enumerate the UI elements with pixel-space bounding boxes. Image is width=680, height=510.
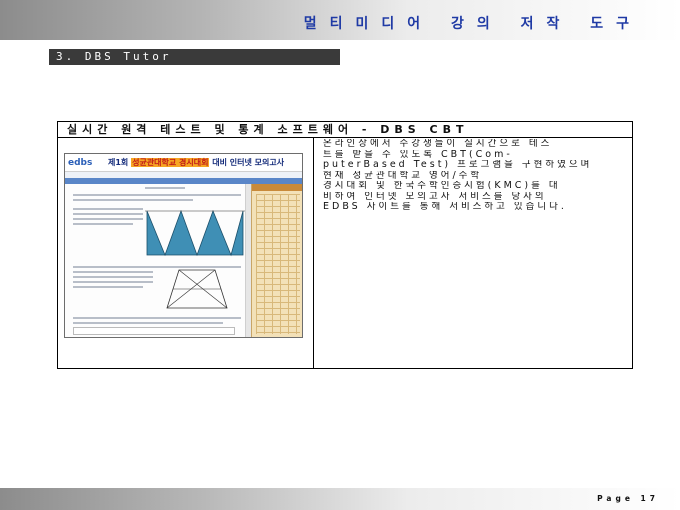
problem-line <box>73 208 143 210</box>
content-table: 실시간 원격 테스트 및 통계 소프트웨어 - DBS CBT edbs 제1회… <box>57 121 633 369</box>
description-line: 현재 성균관대학교 영어/수학 <box>323 170 483 181</box>
problem-line <box>73 213 143 215</box>
edbs-logo: edbs <box>68 158 93 168</box>
trapezoid-figure <box>166 269 228 309</box>
description: 온라인상에서 수강생들이 실시간으로 테스 트를 받을 수 있도록 CBT(Co… <box>323 139 629 213</box>
problem-line <box>73 276 153 278</box>
answer-grid <box>256 194 300 334</box>
description-line: puterBased Test) 프로그램을 구현하였으며 <box>323 160 593 170</box>
zigzag-figure <box>145 209 245 257</box>
problem-line <box>73 218 143 220</box>
exam-title-prefix: 제1회 <box>108 158 129 167</box>
screenshot-header: edbs 제1회 성균관대학교 경시대회 대비 인터넷 모의고사 <box>65 154 302 172</box>
answer-box <box>73 327 235 335</box>
exam-title: 제1회 성균관대학교 경시대회 대비 인터넷 모의고사 <box>108 157 284 168</box>
cbt-screenshot: edbs 제1회 성균관대학교 경시대회 대비 인터넷 모의고사 <box>64 153 303 338</box>
description-line: EDBS 사이트를 통해 서비스하고 있습니다. <box>323 202 567 212</box>
answer-sheet-panel <box>251 184 302 337</box>
exam-title-suffix: 대비 인터넷 모의고사 <box>212 158 285 167</box>
column-divider <box>313 138 314 368</box>
description-line: 온라인상에서 수강생들이 실시간으로 테스 <box>323 139 553 149</box>
exam-title-highlight: 성균관대학교 경시대회 <box>131 158 210 167</box>
description-line: 경시대회 및 한국수학인증시험(KMC)를 대 <box>323 181 561 191</box>
problem-line <box>73 286 143 288</box>
problem-line <box>73 199 193 201</box>
description-line: 트를 받을 수 있도록 CBT(Com- <box>323 149 513 160</box>
problem-line <box>73 317 241 319</box>
problem-heading-line <box>145 187 185 189</box>
table-heading: 실시간 원격 테스트 및 통계 소프트웨어 - DBS CBT <box>58 122 632 138</box>
description-line: 비하여 인터넷 모의고사 서비스를 당사의 <box>323 191 547 202</box>
footer-band <box>0 488 680 510</box>
problem-line <box>73 271 153 273</box>
page-number: Page 17 <box>597 494 659 503</box>
answer-sheet-header <box>252 184 302 191</box>
problem-line <box>73 322 223 324</box>
problem-line <box>73 223 133 225</box>
section-title: 3. DBS Tutor <box>49 49 340 65</box>
page-title: 멀티미디어 강의 저작 도구 <box>303 16 642 32</box>
problem-line <box>73 281 153 283</box>
problem-line <box>73 194 241 196</box>
